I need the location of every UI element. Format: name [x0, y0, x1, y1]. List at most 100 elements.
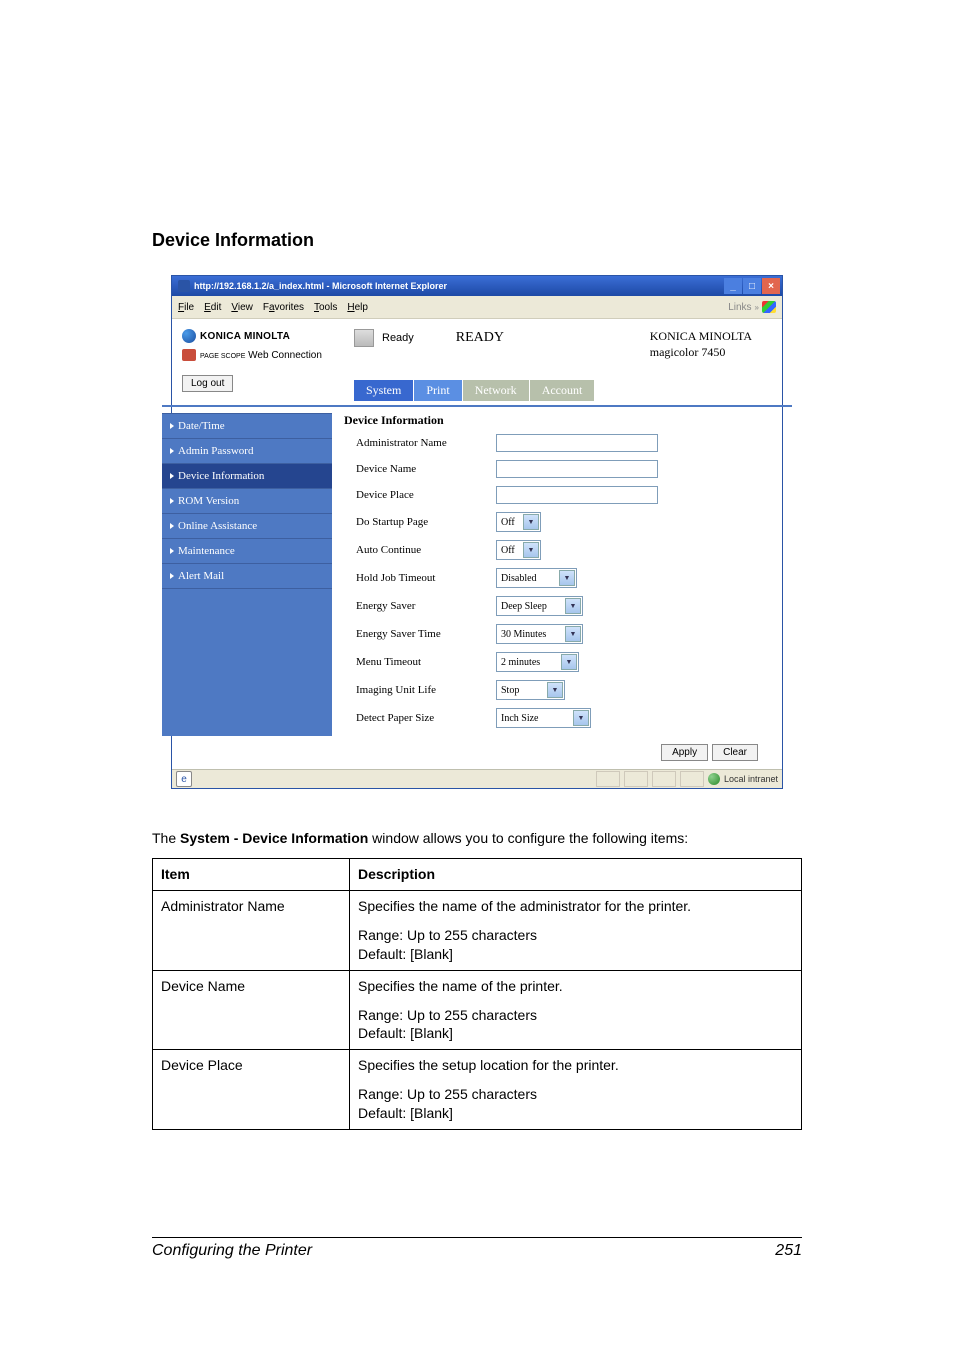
select-imaging-unit-life[interactable]: Stop ▼ — [496, 680, 565, 700]
ie-window-title: http://192.168.1.2/a_index.html - Micros… — [194, 281, 447, 291]
ready-text-small: Ready — [382, 332, 414, 344]
select-menu-timeout[interactable]: 2 minutes▼ — [496, 652, 579, 672]
desc-default: Default: [Blank] — [358, 1024, 793, 1043]
label-device-place: Device Place — [344, 489, 496, 501]
triangle-icon — [170, 473, 174, 479]
select-value: Disabled — [501, 573, 537, 584]
pagescope-web-connection: PAGE SCOPE Web Connection — [182, 349, 342, 361]
para-prefix: The — [152, 830, 180, 846]
menu-favorites[interactable]: Favorites — [263, 302, 304, 313]
menu-view[interactable]: View — [231, 302, 253, 313]
sidebar-item-rom-version[interactable]: ROM Version — [162, 489, 332, 514]
dropdown-icon: ▼ — [523, 542, 539, 558]
dropdown-icon: ▼ — [573, 710, 589, 726]
status-segment — [624, 771, 648, 787]
label-menu-timeout: Menu Timeout — [344, 656, 496, 668]
sidebar-label: Maintenance — [178, 545, 235, 557]
select-hold-job-timeout[interactable]: Disabled ▼ — [496, 568, 577, 588]
ie-titlebar: http://192.168.1.2/a_index.html - Micros… — [172, 276, 782, 296]
desc-range: Range: Up to 255 characters — [358, 926, 793, 945]
select-detect-paper-size[interactable]: Inch Size ▼ — [496, 708, 591, 728]
ie-flag-icon — [762, 301, 776, 313]
tab-account[interactable]: Account — [530, 380, 595, 401]
logout-button[interactable]: Log out — [182, 375, 233, 392]
menu-edit[interactable]: Edit — [204, 302, 221, 313]
label-auto-continue: Auto Continue — [344, 544, 496, 556]
select-energy-saver-time[interactable]: 30 Minutes ▼ — [496, 624, 583, 644]
printer-icon — [354, 329, 374, 347]
label-imaging-unit-life: Imaging Unit Life — [344, 684, 496, 696]
label-startup-page: Do Startup Page — [344, 516, 496, 528]
select-value: 2 minutes — [501, 657, 540, 668]
cell-item: Administrator Name — [153, 890, 350, 970]
ie-app-icon — [178, 280, 190, 292]
sidebar-item-device-information[interactable]: Device Information — [162, 464, 332, 489]
select-value: Stop — [501, 685, 519, 696]
dropdown-icon: ▼ — [547, 682, 563, 698]
zone-label: Local intranet — [724, 774, 778, 784]
tab-network[interactable]: Network — [463, 380, 529, 401]
links-chevron-icon: » — [755, 303, 759, 312]
select-value: 30 Minutes — [501, 629, 546, 640]
status-segment — [652, 771, 676, 787]
device-model: KONICA MINOLTA magicolor 7450 — [650, 329, 772, 360]
status-zone: Local intranet — [708, 773, 778, 785]
select-startup-page[interactable]: Off ▼ — [496, 512, 541, 532]
input-device-place[interactable] — [496, 486, 658, 504]
sidebar-item-date-time[interactable]: Date/Time — [162, 414, 332, 439]
select-auto-continue[interactable]: Off▼ — [496, 540, 541, 560]
ie-links[interactable]: Links » — [728, 301, 776, 313]
triangle-icon — [170, 548, 174, 554]
section-heading: Device Information — [152, 230, 802, 251]
sidebar-item-alert-mail[interactable]: Alert Mail — [162, 564, 332, 589]
sidebar-label: Admin Password — [178, 445, 253, 457]
sidebar-label: Alert Mail — [178, 570, 224, 582]
desc-text: Specifies the name of the printer. — [358, 977, 793, 996]
select-value: Inch Size — [501, 713, 539, 724]
triangle-icon — [170, 423, 174, 429]
device-brand: KONICA MINOLTA — [650, 329, 752, 345]
dropdown-icon: ▼ — [559, 570, 575, 586]
desc-default: Default: [Blank] — [358, 1104, 793, 1123]
printer-status: Ready READY — [354, 329, 504, 347]
minimize-button[interactable]: _ — [724, 278, 742, 294]
table-row: Device Place Specifies the setup locatio… — [153, 1050, 802, 1130]
sidebar-item-online-assistance[interactable]: Online Assistance — [162, 514, 332, 539]
dropdown-icon: ▼ — [523, 514, 539, 530]
tab-system[interactable]: System — [354, 380, 413, 401]
th-description: Description — [350, 859, 802, 891]
close-button[interactable]: × — [762, 278, 780, 294]
triangle-icon — [170, 523, 174, 529]
links-label: Links — [728, 302, 751, 313]
status-done-icon: e — [176, 771, 192, 787]
footer-title: Configuring the Printer — [152, 1242, 312, 1260]
menu-file[interactable]: File — [178, 302, 194, 313]
clear-button[interactable]: Clear — [712, 744, 758, 761]
desc-range: Range: Up to 255 characters — [358, 1006, 793, 1025]
select-energy-saver[interactable]: Deep Sleep▼ — [496, 596, 583, 616]
input-device-name[interactable] — [496, 460, 658, 478]
menu-help[interactable]: Help — [347, 302, 368, 313]
label-admin-name: Administrator Name — [344, 437, 496, 449]
sidebar-label: ROM Version — [178, 495, 239, 507]
sidebar-label: Device Information — [178, 470, 264, 482]
globe-icon — [182, 329, 196, 343]
label-detect-paper-size: Detect Paper Size — [344, 712, 496, 724]
pagescope-text: PAGE SCOPE Web Connection — [200, 350, 322, 361]
dropdown-icon: ▼ — [565, 626, 581, 642]
triangle-icon — [170, 573, 174, 579]
status-segment — [680, 771, 704, 787]
sidebar-item-maintenance[interactable]: Maintenance — [162, 539, 332, 564]
sidebar: Date/Time Admin Password Device Informat… — [162, 413, 332, 736]
tab-print[interactable]: Print — [414, 380, 461, 401]
triangle-icon — [170, 448, 174, 454]
page-number: 251 — [775, 1242, 802, 1260]
select-value: Off — [501, 517, 515, 528]
device-model-name: magicolor 7450 — [650, 345, 752, 361]
menu-tools[interactable]: Tools — [314, 302, 337, 313]
maximize-button[interactable]: □ — [743, 278, 761, 294]
apply-button[interactable]: Apply — [661, 744, 708, 761]
sidebar-item-admin-password[interactable]: Admin Password — [162, 439, 332, 464]
input-admin-name[interactable] — [496, 434, 658, 452]
desc-default: Default: [Blank] — [358, 945, 793, 964]
